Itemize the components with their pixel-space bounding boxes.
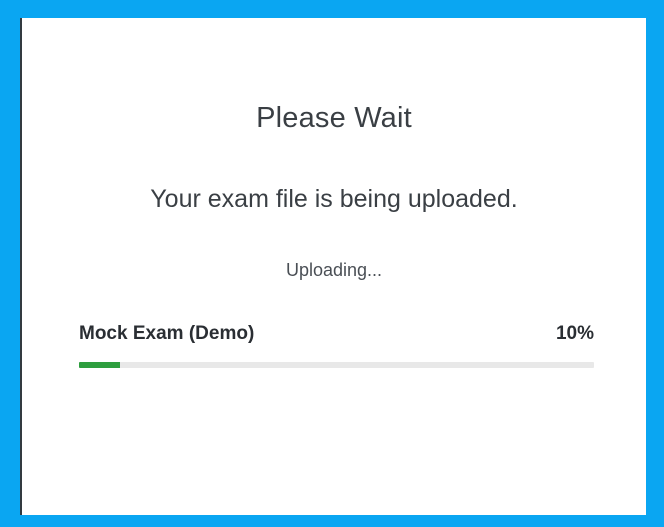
progress-percent: 10% — [555, 323, 594, 344]
upload-dialog: Please Wait Your exam file is being uplo… — [20, 18, 646, 515]
dialog-title: Please Wait — [256, 102, 412, 134]
file-row: Mock Exam (Demo) 10% — [79, 323, 594, 349]
file-name: Mock Exam (Demo) — [79, 323, 255, 344]
progress-bar-fill — [79, 362, 121, 368]
upload-message: Your exam file is being uploaded. — [150, 185, 518, 213]
upload-status: Uploading... — [285, 260, 383, 280]
progress-bar — [79, 362, 594, 368]
